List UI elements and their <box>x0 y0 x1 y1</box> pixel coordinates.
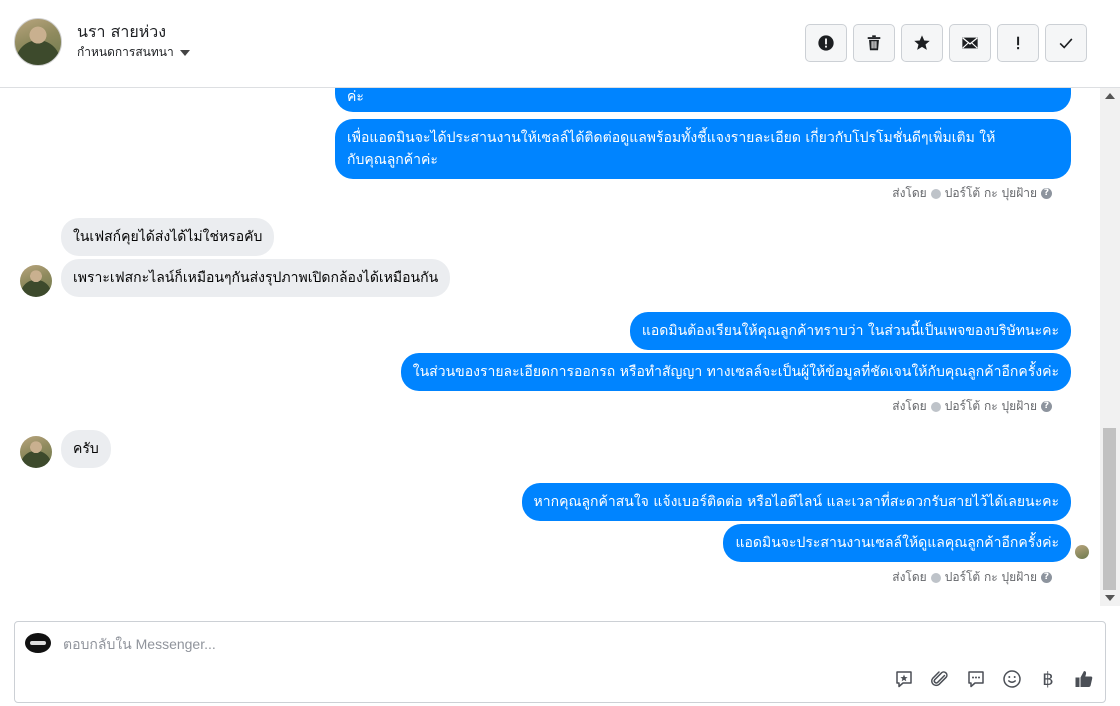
conversation-settings-label: กำหนดการสนทนา <box>77 45 174 59</box>
contact-avatar-small[interactable] <box>20 436 52 468</box>
message-bubble-outgoing[interactable]: หากคุณลูกค้าสนใจ แจ้งเบอร์ติดต่อ หรือไอด… <box>521 483 1071 521</box>
help-icon[interactable]: ? <box>1041 401 1052 412</box>
message-bubble-outgoing[interactable]: ค่ะ <box>335 88 1071 112</box>
like-button[interactable] <box>1073 668 1095 690</box>
reply-composer: ฿ <box>14 621 1106 703</box>
scroll-up-arrow-icon[interactable] <box>1105 93 1115 99</box>
message-bubble-incoming[interactable]: ในเฟสก์คุยได้ส่งได้ไม่ใช่หรอคับ <box>61 218 275 256</box>
message-text: ในเฟสก์คุยได้ส่งได้ไม่ใช่หรอคับ <box>73 229 263 245</box>
paperclip-icon <box>931 671 948 687</box>
payment-button[interactable]: ฿ <box>1037 668 1059 690</box>
message-text: ค่ะ <box>347 89 364 105</box>
help-icon[interactable]: ? <box>1041 188 1052 199</box>
sent-by-info: ส่งโดย ปอร์โต้ กะ ปุยฝ้าย ? <box>892 568 1052 587</box>
message-bubble-outgoing[interactable]: ในส่วนของรายละเอียดการออกรถ หรือทำสัญญา … <box>400 353 1071 391</box>
thread-scrollbar[interactable] <box>1100 88 1120 606</box>
scrollbar-thumb[interactable] <box>1103 428 1116 590</box>
sender-name: ปอร์โต้ กะ ปุยฝ้าย <box>944 399 1037 413</box>
attach-button[interactable] <box>929 668 951 690</box>
conversation-header: นรา สายห่วง กำหนดการสนทนา <box>0 0 1120 88</box>
page-avatar <box>25 633 51 653</box>
quick-reply-button[interactable] <box>965 668 987 690</box>
chat-bubble-icon <box>968 671 984 688</box>
smiley-icon <box>1003 670 1021 688</box>
sent-by-label: ส่งโดย <box>892 399 927 413</box>
thumbs-up-icon <box>1075 671 1093 687</box>
baht-icon: ฿ <box>1042 668 1054 690</box>
sent-by-info: ส่งโดย ปอร์โต้ กะ ปุยฝ้าย ? <box>892 184 1052 203</box>
read-receipt-avatar <box>1075 545 1089 559</box>
message-text: เพราะเฟสกะไลน์ก็เหมือนๆกันส่งรุปภาพเปิดก… <box>73 270 439 286</box>
sender-name: ปอร์โต้ กะ ปุยฝ้าย <box>944 186 1037 200</box>
reply-input[interactable] <box>63 634 763 654</box>
mark-unread-button[interactable] <box>949 24 991 62</box>
saved-replies-button[interactable] <box>893 668 915 690</box>
message-thread[interactable]: ค่ะ เพื่อแอดมินจะได้ประสานงานให้เซลล์ได้… <box>0 88 1100 606</box>
saved-reply-icon <box>896 671 912 688</box>
conversation-toolbar <box>805 24 1087 62</box>
report-spam-button[interactable] <box>805 24 847 62</box>
chevron-down-icon <box>179 50 190 56</box>
message-bubble-incoming[interactable]: เพราะเฟสกะไลน์ก็เหมือนๆกันส่งรุปภาพเปิดก… <box>61 259 451 297</box>
sender-name: ปอร์โต้ กะ ปุยฝ้าย <box>944 570 1037 584</box>
star-button[interactable] <box>901 24 943 62</box>
contact-avatar[interactable] <box>14 18 62 66</box>
message-bubble-incoming[interactable]: ครับ <box>61 430 111 468</box>
message-bubble-outgoing[interactable]: เพื่อแอดมินจะได้ประสานงานให้เซลล์ได้ติดต… <box>335 119 1071 179</box>
message-text: ครับ <box>73 441 99 457</box>
message-text: เพื่อแอดมินจะได้ประสานงานให้เซลล์ได้ติดต… <box>347 130 996 146</box>
verified-icon <box>930 572 941 583</box>
contact-avatar-small[interactable] <box>20 265 52 297</box>
message-text: หากคุณลูกค้าสนใจ แจ้งเบอร์ติดต่อ หรือไอด… <box>533 494 1059 510</box>
message-text: แอดมินจะประสานงานเซลล์ให้ดูแลคุณลูกค้าอี… <box>735 535 1059 551</box>
mark-done-button[interactable] <box>1045 24 1087 62</box>
help-icon[interactable]: ? <box>1041 572 1052 583</box>
mail-icon <box>962 37 978 49</box>
sent-by-label: ส่งโดย <box>892 186 927 200</box>
checkmark-icon <box>1059 38 1073 49</box>
report-spam-icon <box>818 35 834 51</box>
sent-by-info: ส่งโดย ปอร์โต้ กะ ปุยฝ้าย ? <box>892 397 1052 416</box>
star-icon <box>914 35 930 50</box>
message-text: ในส่วนของรายละเอียดการออกรถ หรือทำสัญญา … <box>412 364 1059 380</box>
message-bubble-outgoing[interactable]: แอดมินต้องเรียนให้คุณลูกค้าทราบว่า ในส่ว… <box>629 312 1071 350</box>
composer-tools: ฿ <box>893 668 1095 690</box>
contact-name[interactable]: นรา สายห่วง <box>77 20 166 45</box>
scroll-down-arrow-icon[interactable] <box>1105 595 1115 601</box>
delete-icon <box>867 35 881 51</box>
exclamation-icon <box>1017 36 1020 50</box>
verified-icon <box>930 188 941 199</box>
sent-by-label: ส่งโดย <box>892 570 927 584</box>
delete-button[interactable] <box>853 24 895 62</box>
follow-up-button[interactable] <box>997 24 1039 62</box>
message-bubble-outgoing[interactable]: แอดมินจะประสานงานเซลล์ให้ดูแลคุณลูกค้าอี… <box>723 524 1071 562</box>
conversation-settings-dropdown[interactable]: กำหนดการสนทนา <box>77 43 190 62</box>
message-text: แอดมินต้องเรียนให้คุณลูกค้าทราบว่า ในส่ว… <box>641 323 1059 339</box>
emoji-button[interactable] <box>1001 668 1023 690</box>
verified-icon <box>930 401 941 412</box>
message-text: กับคุณลูกค้าค่ะ <box>347 152 438 168</box>
